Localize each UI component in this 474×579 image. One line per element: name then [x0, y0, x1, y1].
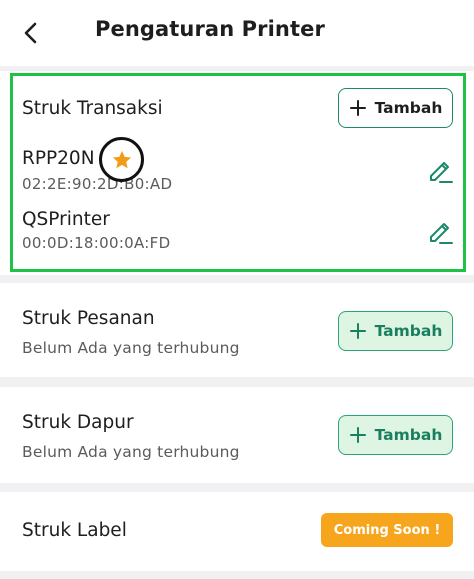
section-struk-transaksi: Struk Transaksi Tambah RPP20N 02:2E:90:2… — [0, 71, 474, 275]
section-title: Struk Label — [22, 520, 127, 541]
section-title: Struk Transaksi — [22, 98, 163, 119]
pencil-icon — [430, 162, 453, 183]
printer-mac: 02:2E:90:2D:B0:AD — [22, 175, 173, 193]
add-button-label: Tambah — [374, 322, 443, 340]
plus-icon — [349, 100, 366, 116]
printer-mac: 00:0D:18:00:0A:FD — [22, 234, 171, 252]
section-title: Struk Pesanan — [22, 308, 155, 329]
connection-status: Belum Ada yang terhubung — [22, 339, 240, 357]
section-title: Struk Dapur — [22, 412, 134, 433]
printer-name: QSPrinter — [22, 209, 110, 230]
section-struk-pesanan: Struk Pesanan Belum Ada yang terhubung T… — [0, 283, 474, 377]
app-header: Pengaturan Printer — [0, 0, 474, 66]
connection-status: Belum Ada yang terhubung — [22, 443, 240, 461]
chevron-left-icon — [24, 22, 37, 44]
page-title: Pengaturan Printer — [95, 17, 325, 41]
plus-icon — [349, 323, 366, 339]
add-button-label: Tambah — [374, 426, 443, 444]
section-struk-dapur: Struk Dapur Belum Ada yang terhubung Tam… — [0, 387, 474, 483]
back-button[interactable] — [14, 16, 48, 50]
add-button-label: Tambah — [374, 99, 443, 117]
edit-printer-button[interactable] — [425, 155, 455, 185]
plus-icon — [349, 427, 366, 443]
pencil-icon — [430, 223, 453, 244]
printer-name: RPP20N — [22, 148, 95, 169]
add-printer-transaksi-button[interactable]: Tambah — [338, 88, 453, 128]
add-printer-dapur-button[interactable]: Tambah — [338, 415, 453, 455]
star-icon — [112, 150, 131, 168]
edit-printer-button[interactable] — [425, 216, 455, 246]
favorite-printer-marker[interactable] — [99, 137, 144, 182]
add-printer-pesanan-button[interactable]: Tambah — [338, 311, 453, 351]
coming-soon-badge: Coming Soon ! — [321, 513, 453, 547]
